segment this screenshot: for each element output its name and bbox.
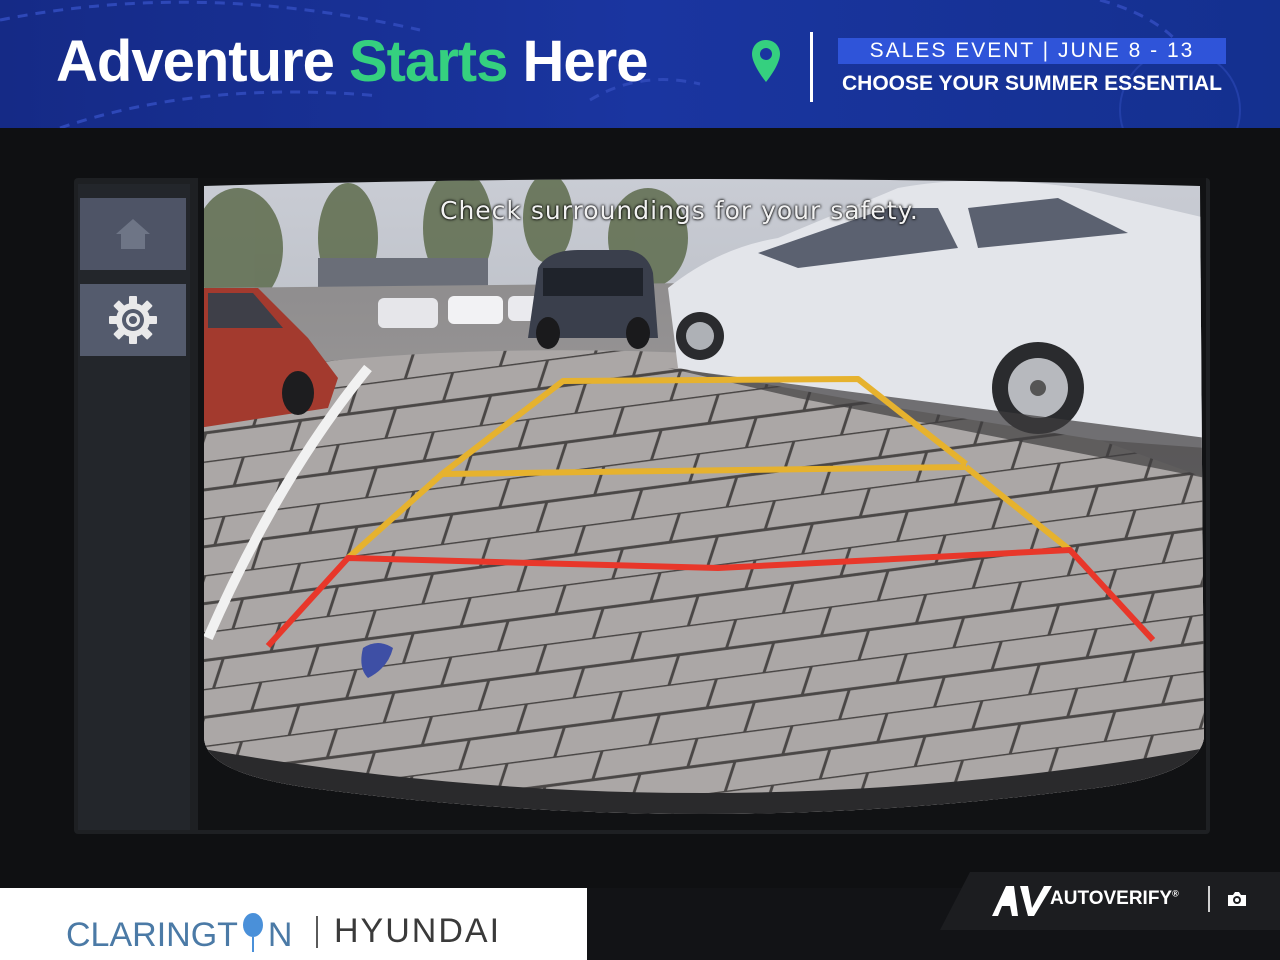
home-button[interactable]	[80, 198, 186, 270]
rear-camera-view	[198, 178, 1206, 830]
home-icon	[116, 219, 150, 249]
location-pin-icon	[752, 40, 780, 82]
autoverify-label: AUTOVERIFY®	[1050, 888, 1179, 909]
dealer-divider	[316, 916, 318, 948]
autoverify-divider	[1208, 886, 1210, 912]
headline-word-here: Here	[522, 29, 648, 94]
dealer-brand: HYUNDAI	[334, 912, 502, 950]
promo-banner: Adventure Starts Here SALES EVENT | JUNE…	[0, 0, 1280, 128]
sales-event-tagline: CHOOSE YOUR SUMMER ESSENTIAL	[842, 72, 1222, 95]
dealer-name-start: CLARINGT	[66, 916, 238, 954]
balloon-icon	[242, 913, 263, 952]
display-sidebar	[78, 184, 190, 830]
banner-headline: Adventure Starts Here	[56, 28, 648, 95]
headline-word-starts: Starts	[348, 29, 508, 94]
headline-word-adventure: Adventure	[56, 29, 335, 94]
gear-icon	[109, 296, 157, 344]
dealer-name: CLARINGT N	[66, 912, 292, 955]
sales-event-label: SALES EVENT | JUNE 8 - 13	[838, 38, 1226, 64]
settings-button[interactable]	[80, 284, 186, 356]
dealer-name-end: N	[267, 916, 293, 954]
banner-divider	[810, 32, 813, 102]
camera-icon[interactable]	[1226, 890, 1248, 908]
parked-dark-suv	[528, 250, 658, 349]
safety-warning-text: Check surroundings for your safety.	[440, 196, 919, 225]
camera-feed	[198, 178, 1206, 830]
